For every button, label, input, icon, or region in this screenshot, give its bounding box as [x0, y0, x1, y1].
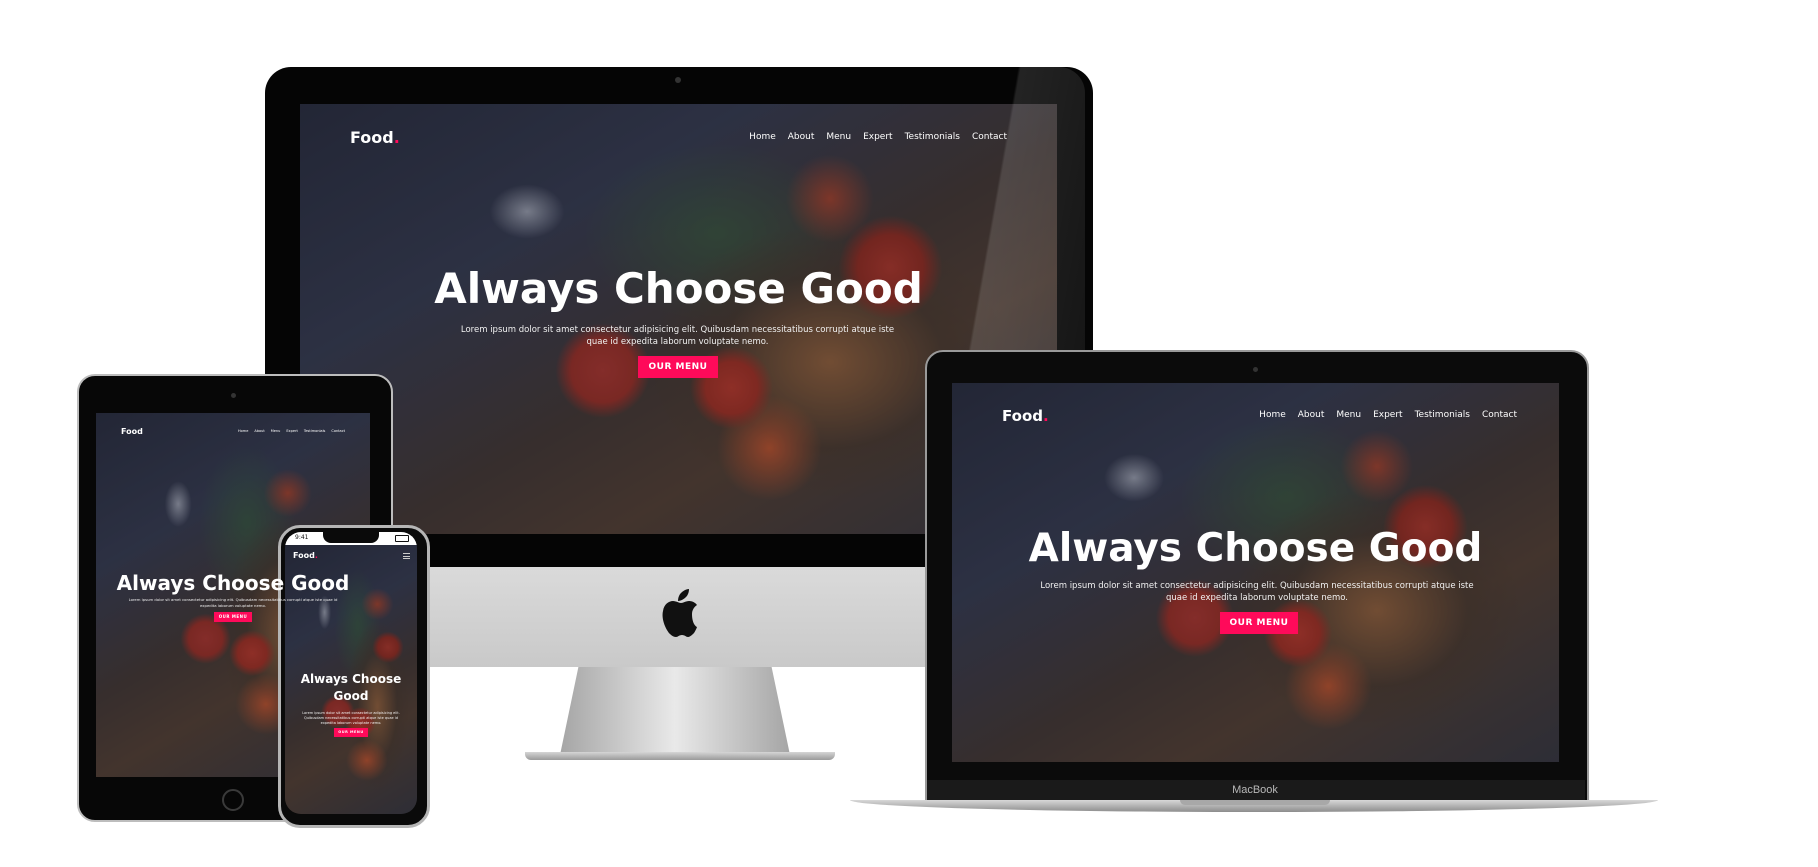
nav-link-menu[interactable]: Menu [826, 132, 851, 142]
site-logo[interactable]: Food [121, 427, 143, 436]
nav-link-home[interactable]: Home [1259, 410, 1286, 420]
status-time: 9:41 [295, 534, 309, 541]
macbook-camera [1253, 367, 1258, 372]
site-logo[interactable]: Food. [293, 551, 318, 560]
hero-title: Always Choose Good [434, 264, 923, 313]
nav-link-expert[interactable]: Expert [286, 429, 297, 433]
imac-stand [560, 667, 790, 755]
our-menu-button[interactable]: OUR MENU [334, 728, 368, 737]
macbook-screen: Food. Home About Menu Expert Testimonial… [952, 383, 1559, 762]
ipad-home-button [222, 789, 244, 811]
nav-link-contact[interactable]: Contact [331, 429, 345, 433]
apple-logo-icon [662, 589, 697, 637]
battery-icon [395, 535, 409, 542]
main-nav: Home About Menu Expert Testimonials Cont… [749, 132, 1007, 142]
nav-link-expert[interactable]: Expert [1373, 410, 1403, 420]
our-menu-button[interactable]: OUR MENU [638, 356, 718, 378]
macbook-label: MacBook [1232, 784, 1278, 796]
main-nav: Home About Menu Expert Testimonials Cont… [238, 429, 345, 433]
hero-description: Lorem ipsum dolor sit amet consectetur a… [302, 711, 400, 725]
imac-camera [675, 77, 681, 83]
nav-link-testimonials[interactable]: Testimonials [1415, 410, 1470, 420]
nav-link-about[interactable]: About [254, 429, 264, 433]
iphone-screen: 9:41 Food. Always Choose Good Lorem ipsu… [285, 532, 417, 814]
site-logo[interactable]: Food. [350, 128, 400, 147]
nav-link-menu[interactable]: Menu [1336, 410, 1361, 420]
our-menu-button[interactable]: OUR MENU [1220, 612, 1298, 634]
imac-screen: Food. Home About Menu Expert Testimonial… [300, 104, 1057, 534]
ipad-camera [231, 393, 236, 398]
hero-title: Always Choose Good [300, 672, 402, 703]
site-logo[interactable]: Food. [1002, 407, 1049, 425]
nav-link-home[interactable]: Home [749, 132, 776, 142]
nav-link-contact[interactable]: Contact [1482, 410, 1517, 420]
our-menu-button[interactable]: OUR MENU [214, 612, 252, 622]
nav-link-testimonials[interactable]: Testimonials [905, 132, 960, 142]
iphone-notch [323, 532, 379, 543]
hero-title: Always Choose Good [1028, 526, 1483, 571]
imac-stand-base [525, 752, 835, 760]
hero-description: Lorem ipsum dolor sit amet consectetur a… [1040, 581, 1474, 603]
nav-link-testimonials[interactable]: Testimonials [304, 429, 326, 433]
hero-description: Lorem ipsum dolor sit amet consectetur a… [460, 325, 895, 347]
nav-link-about[interactable]: About [788, 132, 815, 142]
nav-link-contact[interactable]: Contact [972, 132, 1007, 142]
nav-link-expert[interactable]: Expert [863, 132, 893, 142]
main-nav: Home About Menu Expert Testimonials Cont… [1259, 410, 1517, 420]
nav-link-about[interactable]: About [1298, 410, 1325, 420]
nav-link-menu[interactable]: Menu [271, 429, 281, 433]
macbook-hinge-notch [1180, 800, 1330, 805]
nav-link-home[interactable]: Home [238, 429, 248, 433]
hamburger-menu-icon[interactable] [403, 553, 410, 559]
